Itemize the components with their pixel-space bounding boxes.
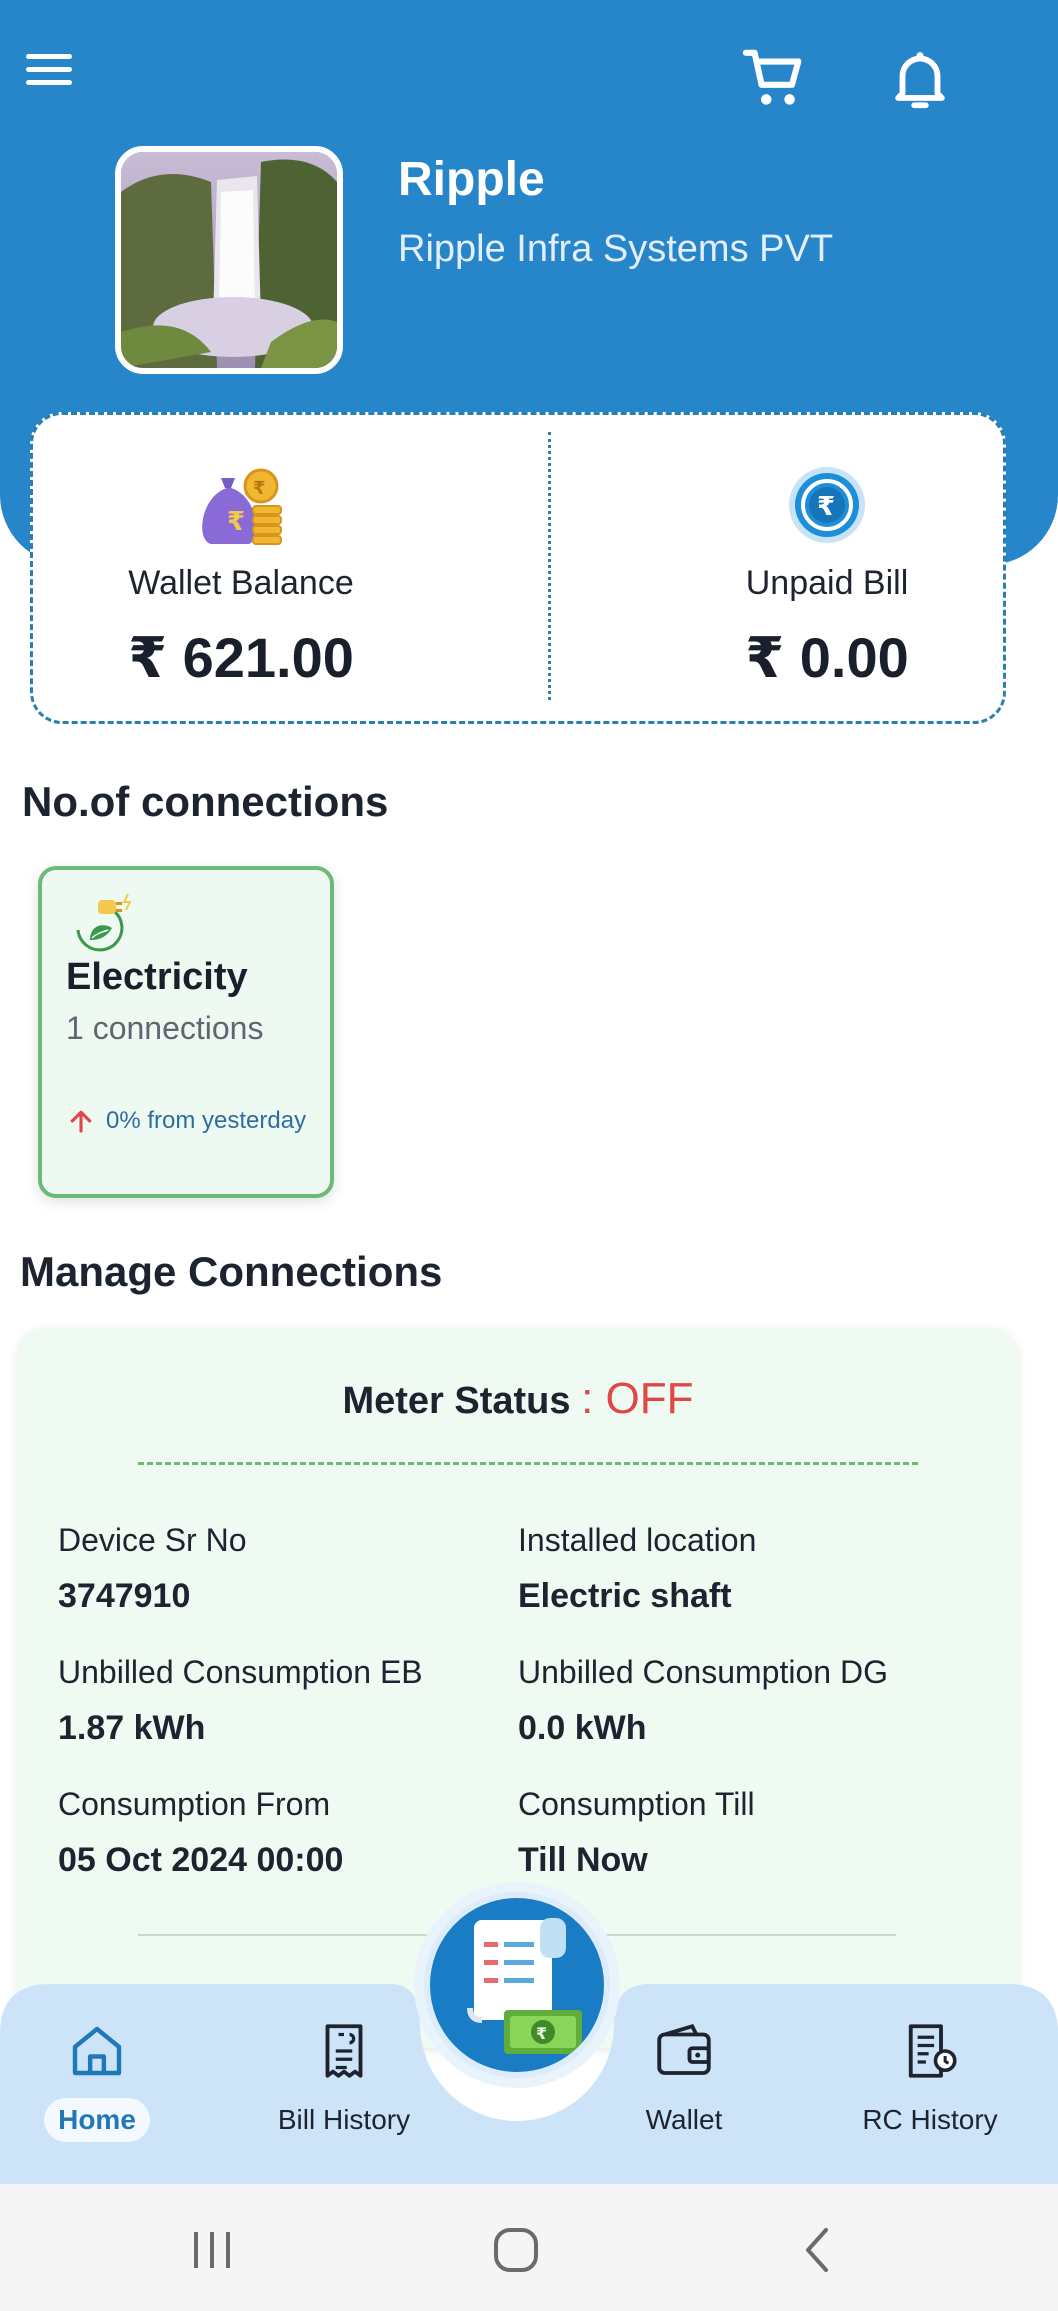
menu-icon[interactable] [22,48,78,92]
nav-rc-history[interactable]: RC History [830,2018,1030,2142]
unpaid-bill-label: Unpaid Bill [745,564,909,602]
field-value: 1.87 kWh [58,1709,206,1747]
nav-wallet[interactable]: Wallet [584,2018,784,2142]
svg-text:₹: ₹ [536,2024,547,2043]
wallet-balance-label: Wallet Balance [128,564,354,602]
field-label: Unbilled Consumption EB [58,1654,423,1690]
connection-count: 1 connections [66,1010,264,1046]
bell-icon[interactable] [885,44,955,114]
bill-history-icon [325,2024,363,2078]
device-sr-no-field: Device Sr No 3747910 [58,1522,247,1616]
rc-history-icon [908,2024,957,2078]
home-circle-icon[interactable] [486,2222,546,2278]
wallet-balance-panel[interactable]: ₹ ₹ Wallet Balance ₹ 621.00 [6,412,476,691]
wallet-balance-value: ₹ 621.00 [128,626,354,689]
nav-home[interactable]: Home [0,2018,197,2142]
connection-trend-text: 0% from yesterday [106,1107,307,1134]
nav-home-label: Home [44,2098,150,2142]
recent-apps-icon[interactable] [184,2222,244,2278]
field-value: 3747910 [58,1577,191,1615]
arrow-up-icon [70,1110,92,1133]
unbilled-dg-field: Unbilled Consumption DG 0.0 kWh [518,1654,888,1748]
svg-text:₹: ₹ [227,507,245,537]
wallet-icon [657,2023,711,2075]
installed-location-field: Installed location Electric shaft [518,1522,756,1616]
back-icon[interactable] [788,2222,848,2278]
electricity-plug-leaf-icon [76,893,132,952]
meter-status-value: : OFF [581,1374,694,1423]
company-name: Ripple Infra Systems PVT [398,228,834,270]
connection-trend: 0% from yesterday [66,1106,306,1136]
field-label: Device Sr No [58,1522,247,1558]
meter-status: Meter Status : OFF [0,1374,1036,1424]
connection-type-title: Electricity [66,956,248,998]
svg-text:₹: ₹ [253,478,266,499]
unbilled-eb-field: Unbilled Consumption EB 1.87 kWh [58,1654,423,1748]
dashed-divider [138,1462,918,1465]
nav-bill-history[interactable]: Bill History [244,2018,444,2142]
user-name: Ripple [398,153,545,206]
manage-section-title: Manage Connections [20,1248,443,1295]
unpaid-bill-panel[interactable]: ₹ Unpaid Bill ₹ 0.00 [592,412,1058,691]
field-label: Consumption Till [518,1786,755,1822]
app-screen: Ripple Ripple Infra Systems PVT ₹ ₹ Wall… [0,0,1058,2311]
summary-divider [548,432,551,700]
field-value: Till Now [518,1841,648,1879]
cart-icon[interactable] [740,44,810,114]
electricity-connection-tile[interactable]: Electricity 1 connections 0% from yester… [38,866,334,1198]
money-bag-icon: ₹ ₹ [202,468,282,545]
field-value: 05 Oct 2024 00:00 [58,1841,344,1879]
field-value: Electric shaft [518,1577,732,1615]
meter-status-label: Meter Status [342,1380,571,1422]
rupee-coin-icon: ₹ [789,467,865,543]
consumption-from-field: Consumption From 05 Oct 2024 00:00 [58,1786,343,1880]
field-label: Installed location [518,1522,757,1558]
nav-wallet-label: Wallet [645,2104,723,2135]
consumption-till-field: Consumption Till Till Now [518,1786,755,1880]
home-icon [72,2026,122,2076]
connections-section-title: No.of connections [22,778,389,825]
unpaid-bill-value: ₹ 0.00 [745,626,909,689]
pay-bill-icon: ₹ [467,1918,582,2054]
svg-text:₹: ₹ [817,492,835,522]
nav-rc-history-label: RC History [862,2104,998,2135]
field-label: Consumption From [58,1786,331,1822]
avatar[interactable] [115,146,343,374]
nav-bill-history-label: Bill History [277,2104,411,2135]
pay-bill-fab[interactable]: ₹ [424,1892,610,2078]
field-value: 0.0 kWh [518,1709,647,1747]
field-label: Unbilled Consumption DG [518,1654,888,1690]
